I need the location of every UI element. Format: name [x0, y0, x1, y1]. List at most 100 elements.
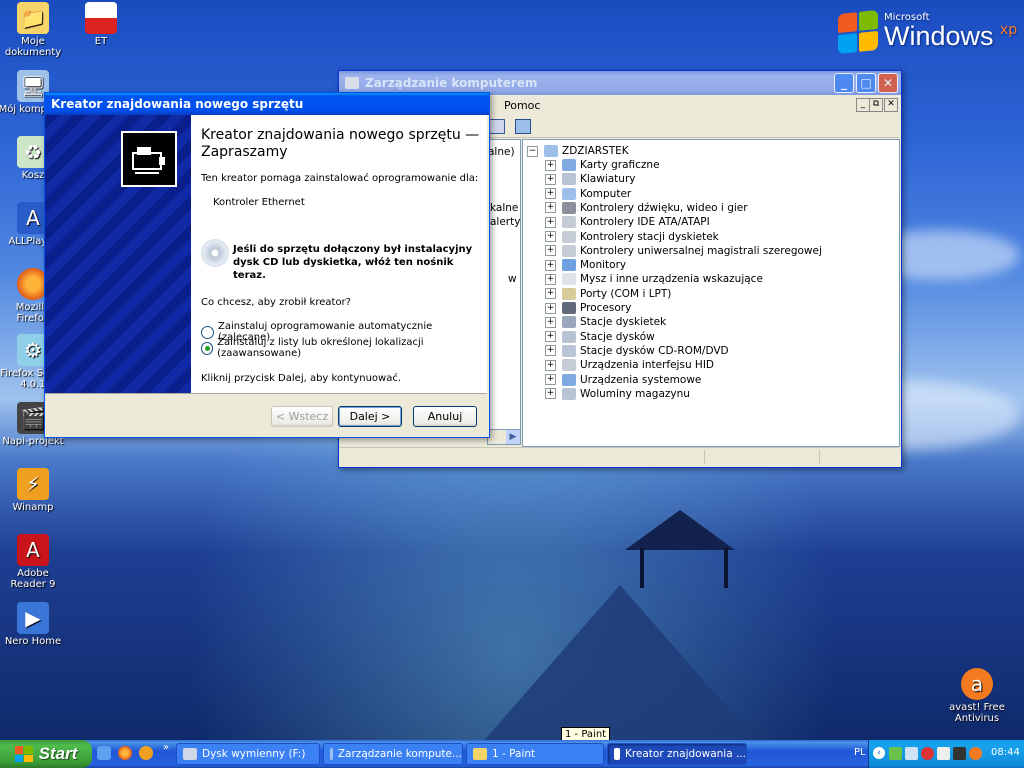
tree-item[interactable]: + Porty (COM i LPT) — [545, 287, 671, 301]
expand-icon[interactable]: + — [545, 359, 556, 371]
back-button[interactable]: < Wstecz — [271, 406, 333, 427]
tree-item[interactable]: + Karty graficzne — [545, 158, 660, 172]
tree-item-label: Urządzenia interfejsu HID — [580, 359, 715, 372]
tree-item[interactable]: + Kontrolery stacji dyskietek — [545, 230, 719, 244]
tree-item-label: Monitory — [580, 259, 627, 272]
tree-item[interactable]: + Kontrolery IDE ATA/ATAPI — [545, 215, 710, 229]
tree-item[interactable]: + Mysz i inne urządzenia wskazujące — [545, 272, 763, 286]
tree-item-label: Mysz i inne urządzenia wskazujące — [580, 273, 763, 286]
expand-icon[interactable]: + — [545, 245, 556, 257]
menu-help[interactable]: Pomoc — [504, 99, 540, 112]
tree-item-label: Stacje dysków — [580, 330, 655, 343]
tray-expand-icon[interactable]: ‹ — [873, 747, 885, 759]
properties-icon[interactable] — [489, 119, 505, 134]
tree-root[interactable]: − ZDZIARSTEK — [527, 144, 629, 158]
expand-icon[interactable]: + — [545, 388, 556, 400]
device-category-icon — [562, 273, 576, 286]
show-desktop-icon[interactable] — [97, 746, 111, 760]
tree-item-label: Kontrolery dźwięku, wideo i gier — [580, 201, 748, 214]
wizard-intro: Ten kreator pomaga zainstalować oprogram… — [201, 173, 479, 184]
napi-tray-icon[interactable] — [953, 747, 966, 760]
tree-item[interactable]: + Kontrolery dźwięku, wideo i gier — [545, 201, 748, 215]
logo-windows-text: Windows — [884, 21, 994, 51]
desktop-icon-winamp[interactable]: ⚡ Winamp — [0, 468, 68, 513]
tree-item[interactable]: + Stacje dysków — [545, 330, 655, 344]
expand-icon[interactable]: + — [545, 273, 556, 285]
task-computer-management[interactable]: Zarządzanie kompute... — [323, 743, 463, 765]
speaker-icon[interactable] — [937, 747, 950, 760]
expand-icon[interactable]: + — [545, 173, 556, 185]
tree-item-label: Kontrolery uniwersalnej magistrali szere… — [580, 244, 822, 257]
hardware-icon — [121, 131, 177, 187]
desktop-icon-my-documents[interactable]: 📁 Moje dokumenty — [0, 2, 68, 58]
expand-icon[interactable]: + — [545, 374, 556, 385]
tree-item[interactable]: + Woluminy magazynu — [545, 387, 690, 401]
task-paint[interactable]: 1 - Paint — [466, 743, 604, 765]
maximize-button[interactable]: □ — [856, 73, 876, 93]
expand-icon[interactable]: + — [545, 259, 556, 271]
desktop: Microsoft Windows xp 📁 Moje dokumenty ET… — [0, 0, 1024, 768]
desktop-icon-avast[interactable]: a avast! Free Antivirus — [942, 668, 1012, 724]
expand-icon[interactable]: + — [545, 288, 556, 300]
cancel-button[interactable]: Anuluj — [413, 406, 477, 427]
firefox-quicklaunch-icon[interactable] — [118, 746, 132, 760]
tree-item[interactable]: + Procesory — [545, 301, 631, 315]
expand-icon[interactable]: + — [545, 202, 556, 214]
tree-item[interactable]: + Monitory — [545, 258, 626, 272]
task-wizard[interactable]: Kreator znajdowania ... — [607, 743, 747, 765]
tree-item[interactable]: + Klawiatury — [545, 172, 635, 186]
tree-item[interactable]: + Stacje dysków CD-ROM/DVD — [545, 344, 729, 358]
desktop-icon-nero-home[interactable]: ▶ Nero Home — [0, 602, 68, 647]
expand-icon[interactable]: + — [545, 345, 556, 357]
expand-icon[interactable]: + — [545, 159, 556, 171]
wizard-banner — [45, 115, 191, 393]
start-button[interactable]: Start — [0, 740, 92, 768]
mdi-minimize-button[interactable]: _ — [856, 98, 870, 112]
language-indicator[interactable]: PL — [854, 747, 866, 758]
scroll-right-icon[interactable]: ▶ — [506, 430, 520, 444]
tree-item[interactable]: + Urządzenia interfejsu HID — [545, 358, 714, 372]
expand-icon[interactable]: + — [545, 302, 556, 314]
collapse-icon[interactable]: − — [527, 145, 538, 157]
radio-list-location[interactable] — [201, 341, 214, 355]
device-category-icon — [562, 316, 576, 329]
clock[interactable]: 08:44 — [991, 747, 1020, 758]
hut-scenery — [625, 510, 735, 550]
device-category-icon — [562, 187, 576, 200]
device-category-icon — [562, 230, 576, 243]
tree-item[interactable]: + Stacje dyskietek — [545, 315, 666, 329]
next-button[interactable]: Dalej > — [338, 406, 402, 427]
usb-icon[interactable] — [905, 747, 918, 760]
console-tree-pane: alne) kalne alerty w — [487, 139, 521, 431]
expand-icon[interactable]: + — [545, 216, 556, 228]
minimize-button[interactable]: _ — [834, 73, 854, 93]
task-removable-drive[interactable]: Dysk wymienny (F:) — [176, 743, 320, 765]
tree-item[interactable]: + Kontrolery uniwersalnej magistrali szer… — [545, 244, 822, 258]
desktop-icon-et[interactable]: ET — [66, 2, 136, 47]
quicklaunch-chevron-icon[interactable]: » — [163, 742, 169, 753]
expand-icon[interactable]: + — [545, 188, 556, 200]
wizard-content: Kreator znajdowania nowego sprzętu — Zap… — [191, 115, 487, 393]
security-icon[interactable] — [921, 747, 934, 760]
avast-tray-icon[interactable] — [969, 747, 982, 760]
wizard-icon — [614, 748, 620, 760]
media-quicklaunch-icon[interactable] — [139, 746, 153, 760]
mdi-restore-button[interactable]: ⧉ — [869, 98, 883, 112]
computer-icon[interactable] — [515, 119, 531, 134]
tree-item[interactable]: + Urządzenia systemowe — [545, 373, 701, 387]
device-category-icon — [562, 173, 576, 186]
cd-hint: Jeśli do sprzętu dołączony był instalacy… — [233, 244, 473, 281]
device-category-icon — [562, 387, 576, 400]
desktop-icon-adobe-reader[interactable]: A Adobe Reader 9 — [0, 534, 68, 590]
close-button[interactable]: ✕ — [878, 73, 898, 93]
option-list-location[interactable]: Zainstaluj z listy lub określonej lokali… — [201, 337, 487, 359]
expand-icon[interactable]: + — [545, 316, 556, 328]
expand-icon[interactable]: + — [545, 331, 556, 343]
expand-icon[interactable]: + — [545, 231, 556, 242]
wizard-titlebar[interactable]: Kreator znajdowania nowego sprzętu — [45, 93, 489, 115]
device-category-icon — [562, 373, 576, 386]
mdi-close-button[interactable]: ✕ — [884, 98, 898, 112]
network-icon[interactable] — [889, 747, 902, 760]
tree-item[interactable]: + Komputer — [545, 187, 631, 201]
left-pane-scrollbar[interactable]: ▶ — [487, 429, 521, 445]
